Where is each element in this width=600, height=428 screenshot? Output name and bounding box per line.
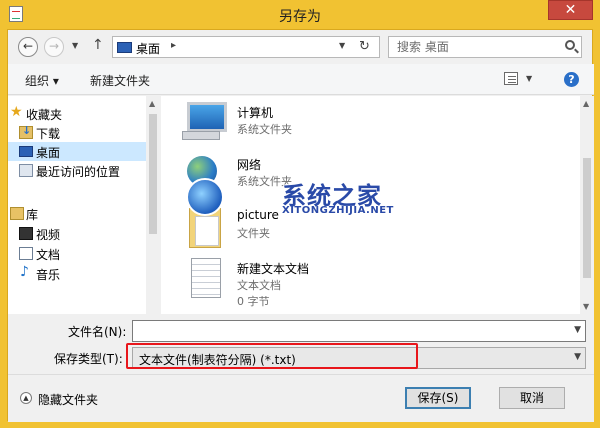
sidebar-group-label: 库 xyxy=(26,208,39,222)
sidebar-item-label: 下载 xyxy=(36,127,61,141)
collapse-icon[interactable]: ▲ xyxy=(20,392,32,404)
sidebar-item-label: 最近访问的位置 xyxy=(36,165,121,179)
command-toolbar: 组织 ▾ 新建文件夹 ▼ ? xyxy=(8,64,594,95)
up-arrow-icon: ↑ xyxy=(92,37,104,53)
view-dropdown[interactable]: ▼ xyxy=(526,74,532,83)
filename-combobox[interactable]: ▼ xyxy=(132,320,586,342)
back-button[interactable]: ← xyxy=(18,37,38,57)
new-folder-button[interactable]: 新建文件夹 xyxy=(90,72,150,89)
address-bar[interactable]: 桌面 ▸ ▼ ↻ xyxy=(112,36,380,58)
sidebar-group-label: 收藏夹 xyxy=(26,108,63,122)
folder-icon xyxy=(189,208,221,248)
sidebar-item-recent-places[interactable]: 最近访问的位置 xyxy=(8,161,146,180)
text-document-icon xyxy=(191,258,221,298)
scroll-up-icon[interactable]: ▲ xyxy=(583,99,589,108)
highlight-box xyxy=(126,343,418,369)
star-icon: ★ xyxy=(10,104,23,120)
desktop-icon xyxy=(117,42,132,53)
navigation-pane: ★ 收藏夹 下载 桌面 最近访问的位置 库 视频 xyxy=(8,96,146,314)
title-bar: 另存为 ✕ xyxy=(0,0,600,29)
navigation-scrollbar[interactable]: ▲ xyxy=(146,96,160,314)
save-as-dialog: 另存为 ✕ ← → ▼ ↑ 桌面 ▸ ▼ ↻ 组织 ▾ 新建文件夹 xyxy=(0,0,600,428)
search-box[interactable] xyxy=(388,36,582,58)
file-list-scrollbar[interactable]: ▲ ▼ xyxy=(580,96,594,314)
sidebar-item-downloads[interactable]: 下载 xyxy=(8,123,146,142)
file-type: 系统文件夹 xyxy=(237,175,292,188)
file-type: 文件夹 xyxy=(237,227,270,240)
up-button[interactable]: ↑ xyxy=(92,37,104,53)
address-path[interactable]: 桌面 xyxy=(136,40,160,57)
forward-button[interactable]: → xyxy=(44,37,64,57)
file-type: 系统文件夹 xyxy=(237,123,292,136)
forward-arrow-icon: → xyxy=(48,39,60,53)
sidebar-item-label: 文档 xyxy=(36,248,61,262)
file-name: 新建文本文档 xyxy=(237,262,310,276)
recent-locations-dropdown[interactable]: ▼ xyxy=(72,41,78,50)
dialog-body: ← → ▼ ↑ 桌面 ▸ ▼ ↻ 组织 ▾ 新建文件夹 ▼ ? xyxy=(7,29,594,422)
filetype-label: 保存类型(T): xyxy=(54,352,123,366)
network-icon xyxy=(187,156,217,186)
sidebar-item-documents[interactable]: 文档 xyxy=(8,244,146,263)
refresh-icon[interactable]: ↻ xyxy=(359,39,370,54)
sidebar-item-music[interactable]: ♪ 音乐 xyxy=(8,264,146,283)
dialog-title: 另存为 xyxy=(279,9,321,25)
scroll-down-icon[interactable]: ▼ xyxy=(583,302,589,311)
sidebar-item-label: 视频 xyxy=(36,228,61,242)
recent-places-icon xyxy=(19,164,33,177)
sidebar-item-desktop[interactable]: 桌面 xyxy=(8,142,146,161)
scrollbar-thumb[interactable] xyxy=(149,114,157,234)
sidebar-item-label: 音乐 xyxy=(36,268,61,282)
document-icon xyxy=(19,247,33,260)
navigation-bar: ← → ▼ ↑ 桌面 ▸ ▼ ↻ xyxy=(8,30,594,64)
back-arrow-icon: ← xyxy=(22,39,34,53)
video-icon xyxy=(19,227,33,240)
file-name: picture xyxy=(237,208,279,222)
scroll-up-icon[interactable]: ▲ xyxy=(149,99,155,108)
scrollbar-thumb[interactable] xyxy=(583,158,591,278)
file-item-network[interactable]: 网络 系统文件夹 xyxy=(181,152,561,204)
close-button[interactable]: ✕ xyxy=(548,0,593,20)
library-icon xyxy=(10,207,24,220)
filename-label: 文件名(N): xyxy=(68,325,127,339)
organize-menu[interactable]: 组织 ▾ xyxy=(25,72,59,89)
file-item-picture-folder[interactable]: picture 文件夹 xyxy=(181,204,561,256)
save-button[interactable]: 保存(S) xyxy=(405,387,471,409)
sidebar-group-favorites[interactable]: ★ 收藏夹 xyxy=(8,104,146,123)
search-input[interactable] xyxy=(389,37,549,57)
hide-folders-toggle[interactable]: 隐藏文件夹 xyxy=(38,391,98,408)
dialog-footer: ▲ 隐藏文件夹 保存(S) 取消 xyxy=(8,374,594,422)
file-type: 文本文档 xyxy=(237,279,281,292)
file-item-computer[interactable]: 计算机 系统文件夹 xyxy=(181,100,561,152)
desktop-icon xyxy=(19,146,33,157)
save-form: 文件名(N): ▼ 保存类型(T): 文本文件(制表符分隔) (*.txt) ▼ xyxy=(8,314,594,374)
sidebar-item-label: 桌面 xyxy=(36,146,61,160)
sidebar-item-videos[interactable]: 视频 xyxy=(8,224,146,243)
file-list: 计算机 系统文件夹 网络 系统文件夹 picture 文件夹 新建文本文档 文本… xyxy=(161,96,580,314)
chevron-right-icon[interactable]: ▸ xyxy=(171,40,176,51)
help-icon[interactable]: ? xyxy=(564,72,579,87)
filename-input[interactable] xyxy=(133,321,563,341)
music-icon: ♪ xyxy=(20,264,29,280)
sidebar-group-libraries[interactable]: 库 xyxy=(8,204,146,223)
cancel-button[interactable]: 取消 xyxy=(499,387,565,409)
computer-icon xyxy=(182,102,227,140)
file-size: 0 字节 xyxy=(237,295,270,308)
file-item-text-document[interactable]: 新建文本文档 文本文档 0 字节 xyxy=(181,256,561,308)
address-dropdown[interactable]: ▼ xyxy=(339,41,345,50)
view-options-icon[interactable] xyxy=(504,72,518,85)
file-name: 网络 xyxy=(237,158,262,172)
chevron-down-icon[interactable]: ▼ xyxy=(574,352,581,362)
downloads-icon xyxy=(19,124,33,139)
file-name: 计算机 xyxy=(237,106,274,120)
chevron-down-icon[interactable]: ▼ xyxy=(574,325,581,335)
search-icon[interactable] xyxy=(565,40,575,50)
